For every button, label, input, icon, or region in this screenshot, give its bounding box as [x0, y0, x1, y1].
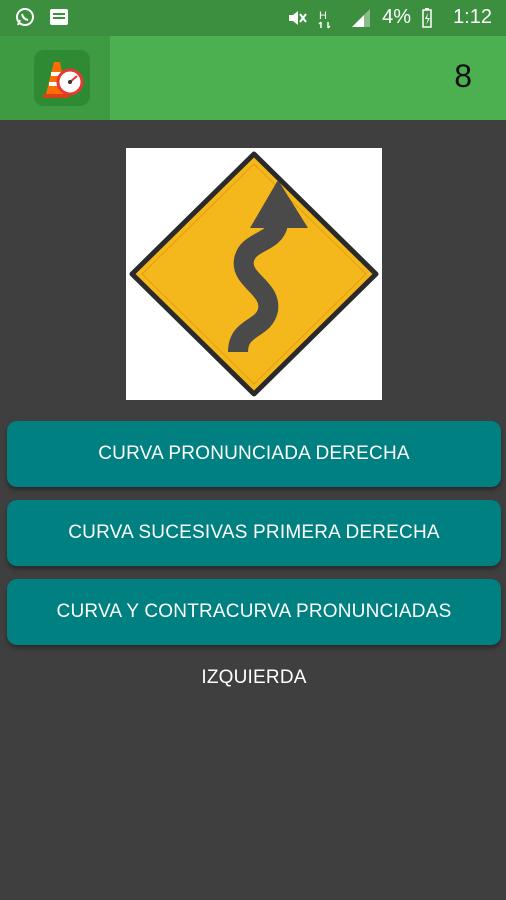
traffic-cone-speedometer-icon[interactable]: [34, 50, 90, 106]
network-icon: H: [318, 7, 340, 29]
whatsapp-icon: [14, 6, 36, 28]
signal-icon: [350, 7, 372, 29]
winding-road-sign-icon: [129, 151, 379, 397]
app-bar: 8: [0, 36, 506, 120]
score-counter: 8: [454, 58, 472, 94]
answer-button-3[interactable]: CURVA Y CONTRACURVA PRONUNCIADAS IZQUIER…: [7, 579, 501, 688]
battery-percentage: 4%: [382, 6, 412, 28]
answer-button-1[interactable]: CURVA PRONUNCIADA DERECHA: [7, 421, 501, 487]
answer-label: CURVA SUCESIVAS PRIMERA DERECHA: [68, 522, 440, 543]
app-bar-title-area: 8: [110, 36, 506, 120]
svg-text:H: H: [319, 10, 327, 22]
app-bar-logo-area: [0, 36, 110, 120]
answer-label: CURVA Y CONTRACURVA PRONUNCIADAS IZQUIER…: [56, 601, 452, 688]
message-icon: [48, 6, 70, 28]
battery-icon: [421, 7, 443, 29]
answer-label: CURVA PRONUNCIADA DERECHA: [98, 443, 410, 464]
mute-icon: [286, 7, 308, 29]
answer-button-2[interactable]: CURVA SUCESIVAS PRIMERA DERECHA: [7, 500, 501, 566]
status-bar: H 4% 1:12: [0, 0, 506, 36]
question-sign-image: [126, 148, 382, 400]
clock: 1:12: [453, 6, 492, 28]
